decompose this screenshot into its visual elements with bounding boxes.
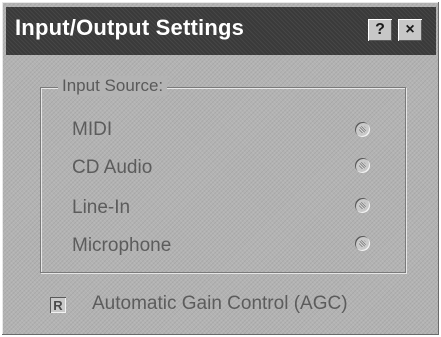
check-icon: R <box>53 297 63 313</box>
agc-checkbox[interactable]: R <box>50 297 66 313</box>
close-button[interactable]: × <box>398 19 422 41</box>
io-settings-dialog: Input/Output Settings ? × Input Source: … <box>1 1 440 336</box>
option-label-line-in: Line-In <box>72 197 131 218</box>
help-button[interactable]: ? <box>368 19 392 41</box>
option-label-cd-audio: CD Audio <box>72 157 153 178</box>
input-source-legend: Input Source: <box>58 76 168 96</box>
option-label-midi: MIDI <box>72 119 113 140</box>
microphone-radio-icon[interactable] <box>355 236 370 251</box>
window-title: Input/Output Settings <box>15 15 245 40</box>
midi-radio-icon[interactable] <box>355 122 370 137</box>
title-bar[interactable]: Input/Output Settings ? × <box>6 7 436 55</box>
agc-label: Automatic Gain Control (AGC) <box>92 293 348 314</box>
cd-audio-radio-icon[interactable] <box>355 158 370 173</box>
line-in-radio-icon[interactable] <box>355 198 370 213</box>
help-icon: ? <box>375 21 385 38</box>
close-icon: × <box>405 21 415 38</box>
option-label-microphone: Microphone <box>72 235 172 256</box>
